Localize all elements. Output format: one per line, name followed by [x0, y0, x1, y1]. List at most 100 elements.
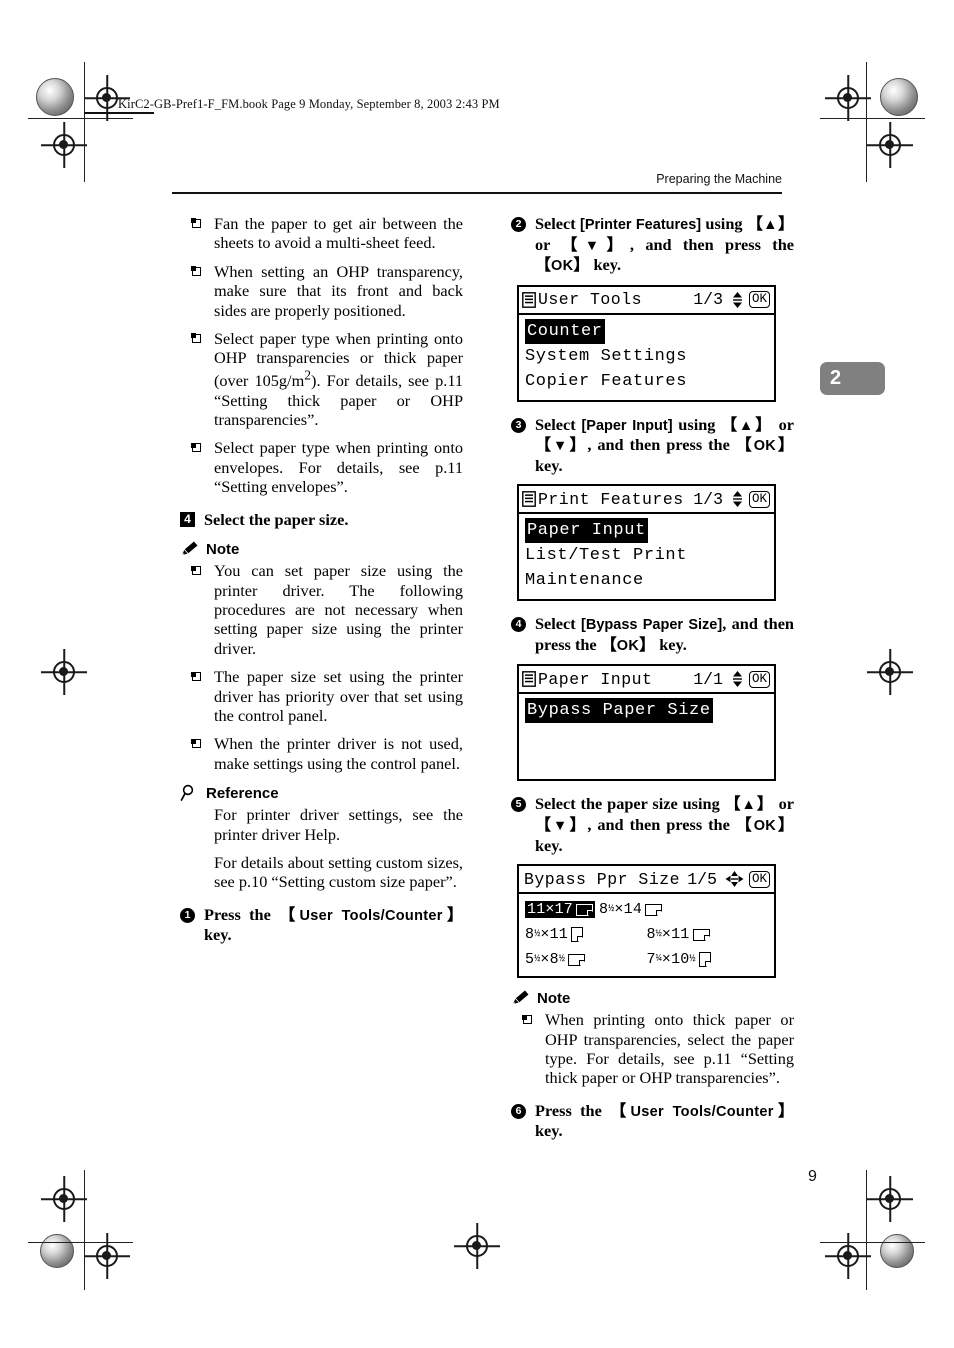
user-tools-counter-key-label: User Tools/Counter — [630, 1103, 774, 1120]
ok-key-label: OK — [753, 438, 777, 455]
lcd-ok-button[interactable]: OK — [748, 870, 770, 888]
lcd-ok-button[interactable]: OK — [748, 670, 770, 688]
lcd-paper-size-row: 8 ½ × 11 8 ½ × 11 — [525, 922, 768, 947]
crop-mark-left-vertical-bottom — [84, 1170, 86, 1290]
lcd-title-text: Bypass Ppr Size — [524, 869, 681, 889]
step-6-before-text: Press the — [535, 1100, 611, 1120]
step-2-text-part2: using — [701, 214, 747, 233]
step-number-badge: 3 — [511, 417, 526, 433]
paper-size-option-8half-x-14[interactable]: 8 ½ × 14 — [599, 901, 727, 918]
note-bullet-text: When setting an OHP transparency, make s… — [214, 261, 463, 320]
step-number-badge: 1 — [180, 907, 195, 923]
lcd-title-bar: Print Features 1/3 OK — [519, 486, 774, 515]
paper-size-option-8half-x-11-landscape[interactable]: 8 ½ × 11 — [647, 926, 769, 943]
note-heading: Note — [511, 990, 794, 1007]
lcd-row-wrapper: Maintenance — [525, 568, 768, 593]
lcd-title-bar: User Tools 1/3 OK — [519, 287, 774, 315]
note-heading: Note — [180, 541, 463, 558]
step-3-heading: 3 Select [Paper Input] using 【▲】 or 【▼】,… — [511, 415, 794, 476]
step-number-badge: 4 — [511, 617, 526, 633]
paper-landscape-icon — [692, 928, 710, 941]
lcd-screen-paper-input: Paper Input 1/1 OK Bypass Paper Size — [517, 664, 776, 782]
lcd-empty-row — [525, 723, 768, 748]
menu-list-icon — [522, 491, 536, 508]
note-bullet: Select paper type when printing onto OHP… — [180, 329, 463, 429]
lcd-menu-item-copier-features[interactable]: Copier Features — [525, 369, 687, 394]
crop-mark-bottom-right-horizontal — [820, 1242, 925, 1244]
file-bar-rule — [84, 112, 154, 114]
lcd-title-text: User Tools — [538, 290, 643, 310]
note-bullet-text: The paper size set using the printer dri… — [214, 667, 463, 725]
up-arrow-key-label: ▲ — [741, 797, 757, 814]
bullet-square-icon — [191, 442, 201, 453]
registration-target-top-left — [93, 84, 121, 112]
bullet-square-icon — [191, 218, 201, 228]
note-bullet-text: You can set paper size using the printer… — [214, 561, 463, 658]
lcd-row-wrapper: List/Test Print — [525, 543, 768, 568]
step-5-text-part1: Select the paper size using — [535, 794, 725, 814]
lcd-paper-size-row: 11 × 17 8 ½ × 14 — [525, 897, 768, 922]
lcd-menu-item-bypass-paper-size[interactable]: Bypass Paper Size — [525, 698, 713, 724]
user-tools-counter-key-label: User Tools/Counter — [299, 907, 443, 924]
lcd-screen-user-tools: User Tools 1/3 OK Counter System Setting… — [517, 284, 776, 402]
registration-target-bottom-right — [834, 1242, 862, 1270]
note-bullet: Select paper type when printing onto env… — [180, 438, 463, 496]
reference-paragraph: For printer driver settings, see the pri… — [214, 805, 463, 844]
step-3-text-part1: Select — [535, 414, 582, 434]
paper-size-option-5half-x-8half[interactable]: 5 ½ × 8 ½ — [525, 951, 647, 968]
lcd-ok-button[interactable]: OK — [748, 490, 770, 508]
reference-paragraph: For details about setting custom sizes, … — [214, 852, 463, 892]
bullet-square-icon — [191, 671, 201, 682]
lcd-menu-item-maintenance[interactable]: Maintenance — [525, 568, 644, 593]
registration-target-right-middle — [876, 658, 904, 686]
paper-size-option-8half-x-11-portrait[interactable]: 8 ½ × 11 — [525, 926, 647, 943]
chapter-tab-number: 2 — [830, 367, 842, 389]
reference-heading-label: Reference — [206, 785, 279, 803]
printer-features-menu-label: [Printer Features] — [580, 217, 702, 233]
lcd-menu-item-list-test-print[interactable]: List/Test Print — [525, 543, 687, 568]
lcd-screen-bypass-paper-size: Bypass Ppr Size 1/5 OK 11×17 8½×14 — [517, 864, 776, 979]
paper-landscape-icon — [576, 903, 594, 916]
crop-mark-bottom-left-horizontal — [28, 1242, 133, 1244]
lcd-menu-list: Paper Input List/Test Print Maintenance — [519, 514, 774, 599]
step-4-text-part3: key. — [655, 634, 687, 654]
crop-mark-right-vertical-bottom — [866, 1170, 868, 1290]
note-bullet: You can set paper size using the printer… — [180, 561, 463, 658]
lcd-ok-button[interactable]: OK — [748, 291, 770, 309]
page-number: 9 — [808, 1168, 817, 1185]
lcd-menu-item-system-settings[interactable]: System Settings — [525, 344, 687, 369]
lcd-empty-row — [525, 748, 768, 773]
ok-key-label: OK — [753, 817, 777, 834]
step-4-heading-right: 4 Select [Bypass Paper Size], and then p… — [511, 614, 794, 655]
registration-dot-bottom-left — [40, 1234, 74, 1268]
step-5-text-part3: , and then press the — [587, 814, 736, 834]
note-bullet: When printing onto thick paper or OHP tr… — [511, 1010, 794, 1088]
registration-dot-top-left — [36, 78, 74, 116]
lcd-title-text: Paper Input — [538, 669, 653, 689]
menu-list-icon — [522, 291, 536, 308]
registration-dot-bottom-right — [880, 1234, 914, 1268]
down-arrow-key-label: ▼ — [584, 237, 607, 254]
lcd-row-wrapper: System Settings — [525, 344, 768, 369]
paper-size-option-7quarter-x-10half[interactable]: 7 ¼ × 10 ½ — [647, 951, 769, 968]
registration-target-left-upper — [50, 131, 78, 159]
paper-portrait-icon — [571, 927, 584, 943]
lcd-page-indicator: 1/3 — [693, 290, 723, 310]
lcd-title-bar: Bypass Ppr Size 1/5 OK — [519, 866, 774, 895]
left-column: Fan the paper to get air between the she… — [180, 214, 463, 953]
lcd-menu-item-counter[interactable]: Counter — [525, 318, 605, 344]
note-bullet-text: Select paper type when printing onto env… — [214, 438, 463, 497]
registration-target-bottom-left — [93, 1242, 121, 1270]
registration-target-left-middle — [50, 658, 78, 686]
paper-size-option-11x17[interactable]: 11 × 17 — [525, 901, 596, 919]
lcd-title-bar: Paper Input 1/1 OK — [519, 666, 774, 695]
step-2-text-part5: key. — [589, 255, 622, 275]
ok-key-label: OK — [616, 637, 640, 654]
step-1-heading: 1 Press the 【User Tools/Counter】 key. — [180, 905, 463, 945]
lcd-menu-item-paper-input[interactable]: Paper Input — [525, 518, 648, 544]
note-bullet-text: When printing onto thick paper or OHP tr… — [545, 1010, 794, 1088]
note-bullet: The paper size set using the printer dri… — [180, 667, 463, 725]
step-4-text: Select the paper size. — [204, 509, 349, 529]
paper-input-menu-label: [Paper Input] — [581, 417, 673, 434]
bullet-square-icon — [522, 1014, 532, 1025]
